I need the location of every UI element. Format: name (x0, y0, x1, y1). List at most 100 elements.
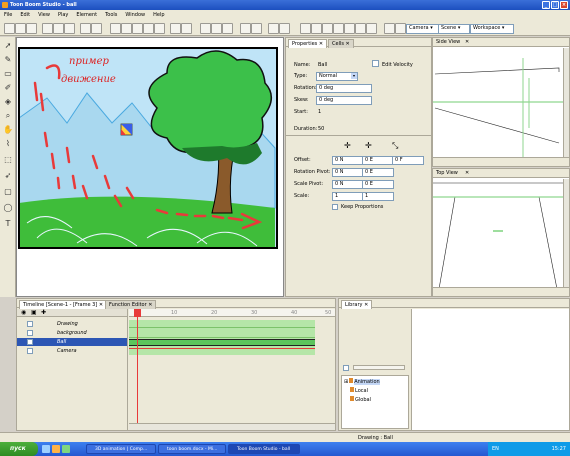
select-tool-icon[interactable]: ➚ (3, 41, 13, 51)
pencil-tool-icon[interactable]: ✐ (3, 83, 13, 93)
light-table-icon[interactable] (211, 23, 222, 34)
crosshair-icon[interactable]: ✛ (365, 141, 372, 150)
eye-icon[interactable]: ◉ (21, 309, 26, 316)
hand-tool-icon[interactable]: ✋ (3, 125, 13, 135)
menu-play[interactable]: Play (58, 10, 68, 20)
keep-proportions-checkbox[interactable] (332, 204, 338, 210)
visible-checkbox[interactable] (27, 330, 33, 336)
contour-tool-icon[interactable]: ➶ (3, 171, 13, 181)
drawing-canvas[interactable]: пример движение (16, 37, 284, 297)
tab-timeline[interactable]: Timeline [Scene-1 - [Frame 3] ✕ (19, 300, 108, 309)
tab-properties[interactable]: Properties ✕ (288, 39, 328, 48)
side-view-icon[interactable] (395, 23, 406, 34)
playhead[interactable] (137, 309, 138, 429)
rotation-pivot-e-field[interactable]: 0 E (362, 168, 394, 177)
menu-help[interactable]: Help (153, 10, 164, 20)
menu-edit[interactable]: Edit (20, 10, 30, 20)
next-frame-icon[interactable] (143, 23, 154, 34)
menu-file[interactable]: File (4, 10, 12, 20)
brush-tool-icon[interactable]: ✎ (3, 55, 13, 65)
zoom-icon[interactable] (279, 23, 290, 34)
rotate-icon[interactable] (311, 23, 322, 34)
layer-row-selected[interactable]: Ball (17, 338, 127, 346)
skew-field[interactable]: 0 deg (316, 96, 372, 105)
menu-window[interactable]: Window (125, 10, 145, 20)
task-button[interactable]: toon boom.docx - Mi... (158, 444, 226, 454)
quick-launch-icon[interactable] (52, 445, 60, 453)
paste-icon[interactable] (64, 23, 75, 34)
add-layer-icon[interactable]: ✚ (41, 309, 46, 316)
offset-n-field[interactable]: 0 N (332, 156, 364, 165)
scale-y-field[interactable]: 1 (362, 192, 394, 201)
offset-e-field[interactable]: 0 E (362, 156, 394, 165)
side-view-scrollbar[interactable] (563, 48, 569, 158)
top-view-icon[interactable] (384, 23, 395, 34)
new-icon[interactable] (4, 23, 15, 34)
last-frame-icon[interactable] (154, 23, 165, 34)
prev-frame-icon[interactable] (121, 23, 132, 34)
timeline-scrollbar[interactable] (129, 423, 335, 430)
text-tool-icon[interactable]: T (3, 219, 13, 229)
top-view-panel[interactable]: Top View ✕ (432, 168, 570, 297)
tab-function-editor[interactable]: Function Editor ✕ (105, 300, 157, 309)
menu-element[interactable]: Element (76, 10, 97, 20)
scale-icon[interactable] (322, 23, 333, 34)
drawing-mode-icon[interactable] (240, 23, 251, 34)
play-icon[interactable] (132, 23, 143, 34)
edit-velocity-checkbox[interactable] (372, 60, 379, 67)
move-axis-icon[interactable]: ✛ (344, 141, 351, 150)
camera-dropdown[interactable]: Camera ▾ (406, 24, 440, 34)
minimize-button[interactable]: _ (542, 1, 550, 9)
skew-icon[interactable] (333, 23, 344, 34)
camera-frames[interactable] (129, 348, 315, 349)
loop-icon[interactable] (170, 23, 181, 34)
visible-checkbox[interactable] (27, 339, 33, 345)
tab-library[interactable]: Library ✕ (341, 300, 373, 309)
close-icon[interactable]: ✕ (465, 38, 469, 47)
menu-view[interactable]: View (38, 10, 50, 20)
quick-launch-icon[interactable] (42, 445, 50, 453)
paint-tool-icon[interactable]: ◈ (3, 97, 13, 107)
copy-icon[interactable] (53, 23, 64, 34)
grid-icon[interactable] (222, 23, 233, 34)
rotation-field[interactable]: 0 deg (316, 84, 372, 93)
scene-planning-icon[interactable] (251, 23, 262, 34)
tree-item-global[interactable]: Global (350, 396, 408, 403)
tree-item-animation[interactable]: ⊞ Animation (344, 378, 408, 385)
language-indicator[interactable]: EN (492, 442, 499, 456)
rectangle-tool-icon[interactable]: ▢ (3, 187, 13, 197)
layer-row[interactable]: Drawing (17, 320, 127, 328)
undo-icon[interactable] (80, 23, 91, 34)
tree-item-local[interactable]: Local (350, 387, 408, 394)
eraser-tool-icon[interactable]: ▭ (3, 69, 13, 79)
task-button-active[interactable]: Toon Boom Studio - ball (228, 444, 300, 454)
move-icon[interactable] (300, 23, 311, 34)
pivot-icon[interactable] (344, 23, 355, 34)
side-view-panel[interactable]: Side View ✕ (432, 37, 570, 167)
transform-tool-icon[interactable]: ⬚ (3, 155, 13, 165)
ball-frames[interactable] (129, 339, 315, 346)
close-button[interactable]: × (560, 1, 568, 9)
rotate-view-icon[interactable] (268, 23, 279, 34)
library-slider[interactable] (353, 365, 405, 370)
menu-tools[interactable]: Tools (105, 10, 117, 20)
top-view-scrollbar[interactable] (563, 179, 569, 289)
frame-ruler[interactable]: 10 20 30 40 50 (129, 309, 335, 317)
scale-pivot-n-field[interactable]: 0 N (332, 180, 364, 189)
save-icon[interactable] (26, 23, 37, 34)
scene-dropdown[interactable]: Scene ▾ (438, 24, 470, 34)
first-frame-icon[interactable] (110, 23, 121, 34)
magnifier-tool-icon[interactable]: ⌕ (3, 111, 13, 121)
layer-row[interactable]: background (17, 329, 127, 337)
workspace-dropdown[interactable]: Workspace ▾ (470, 24, 514, 34)
playhead-handle[interactable] (134, 309, 141, 317)
diagonal-arrow-icon[interactable]: ⤡ (392, 141, 398, 151)
quick-launch-icon[interactable] (62, 445, 70, 453)
start-button[interactable]: пуск (0, 442, 38, 456)
camera-view-icon[interactable] (366, 23, 377, 34)
scale-x-field[interactable]: 1 (332, 192, 364, 201)
scale-pivot-e-field[interactable]: 0 E (362, 180, 394, 189)
cut-icon[interactable] (42, 23, 53, 34)
dropper-tool-icon[interactable]: ⌇ (3, 139, 13, 149)
motion-path-icon[interactable] (355, 23, 366, 34)
